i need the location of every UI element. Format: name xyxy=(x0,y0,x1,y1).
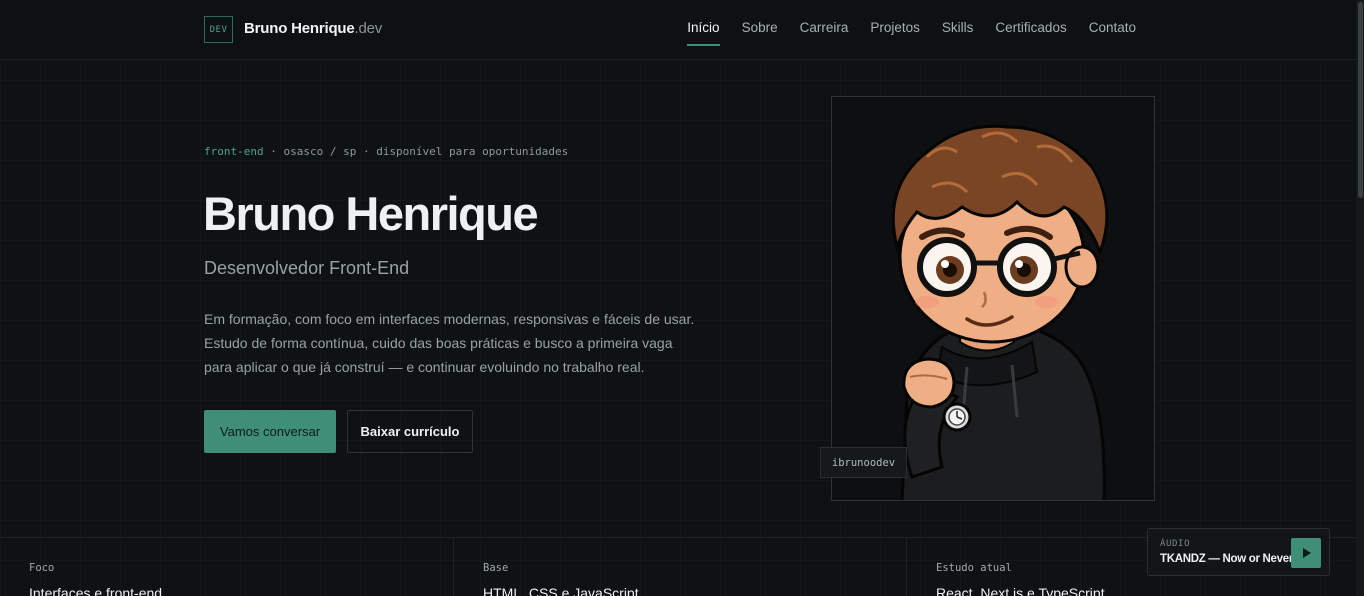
audio-player: ÁUDIO TKANDZ — Now or Never xyxy=(1147,528,1330,576)
stat-value: React, Next.js e TypeScript xyxy=(936,585,1105,596)
hero-eyebrow: front-end · osasco / sp · disponível par… xyxy=(204,145,568,158)
avatar-username-tag: ibrunoodev xyxy=(820,447,907,478)
contact-button[interactable]: Vamos conversar xyxy=(204,410,336,453)
page-scrollbar[interactable] xyxy=(1356,0,1364,596)
logo-badge[interactable]: DEV xyxy=(204,16,233,43)
eyebrow-rest: · osasco / sp · disponível para oportuni… xyxy=(263,145,569,158)
logo-name-text: Bruno Henrique xyxy=(244,20,355,37)
nav-item-inicio[interactable]: Início xyxy=(687,20,720,46)
play-icon xyxy=(1303,548,1311,558)
site-header: DEV Bruno Henrique.dev Início Sobre Carr… xyxy=(0,0,1356,60)
nav-item-sobre[interactable]: Sobre xyxy=(742,20,778,45)
stat-label: Foco xyxy=(29,562,55,574)
audio-label: ÁUDIO xyxy=(1160,539,1191,549)
nav-item-skills[interactable]: Skills xyxy=(942,20,974,45)
hero-title: Bruno Henrique xyxy=(203,187,539,240)
stat-label: Base xyxy=(483,562,509,574)
nav-item-carreira[interactable]: Carreira xyxy=(800,20,849,45)
avatar-frame xyxy=(831,96,1155,501)
stat-value: HTML, CSS e JavaScript xyxy=(483,585,639,596)
hero-subtitle: Desenvolvedor Front-End xyxy=(204,258,410,278)
play-button[interactable] xyxy=(1291,538,1321,568)
stat-base: Base HTML, CSS e JavaScript xyxy=(453,538,906,596)
hero-description: Em formação, com foco em interfaces mode… xyxy=(204,311,695,375)
scrollbar-thumb[interactable] xyxy=(1358,2,1363,198)
main-nav: Início Sobre Carreira Projetos Skills Ce… xyxy=(687,20,1136,46)
nav-item-contato[interactable]: Contato xyxy=(1089,20,1136,45)
stat-focus: Foco Interfaces e front-end xyxy=(0,538,453,596)
nav-item-projetos[interactable]: Projetos xyxy=(870,20,920,45)
download-cv-button[interactable]: Baixar currículo xyxy=(347,410,473,453)
nav-item-certificados[interactable]: Certificados xyxy=(995,20,1066,45)
avatar-illustration xyxy=(891,124,1109,500)
eyebrow-accent: front-end xyxy=(204,145,264,158)
audio-track-title: TKANDZ — Now or Never xyxy=(1160,553,1293,565)
stat-value: Interfaces e front-end xyxy=(29,585,163,596)
stat-label: Estudo atual xyxy=(936,562,1012,574)
logo-suffix: .dev xyxy=(354,20,383,37)
logo-name[interactable]: Bruno Henrique.dev xyxy=(244,20,382,37)
